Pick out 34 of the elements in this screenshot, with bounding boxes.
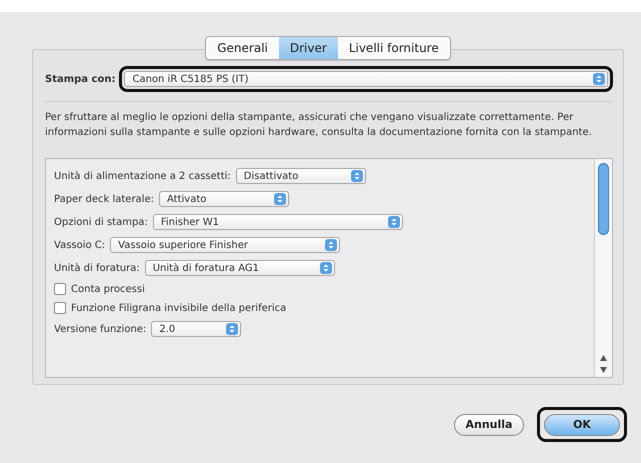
- option-label: Paper deck laterale:: [54, 194, 154, 204]
- stepper-arrows-icon: [350, 170, 363, 182]
- option-select[interactable]: Disattivato: [236, 168, 366, 184]
- option-select[interactable]: Finisher W1: [152, 214, 403, 230]
- tab[interactable]: Generali: [206, 37, 279, 59]
- scrollbar[interactable]: [594, 159, 612, 377]
- option-select[interactable]: 2.0: [151, 321, 242, 337]
- dialog-button[interactable]: Annulla: [454, 414, 524, 436]
- stepper-arrows-icon: [593, 73, 605, 85]
- stepper-arrows-icon: [226, 323, 238, 335]
- scroll-arrows-icon[interactable]: [599, 353, 608, 375]
- option-label: Opzioni di stampa:: [54, 216, 148, 228]
- tab[interactable]: Driver: [278, 37, 338, 59]
- printer-select[interactable]: Canon iR C5185 PS (IT): [124, 71, 608, 87]
- checkbox-label: Funzione Filigrana invisibile della periferica: [71, 302, 286, 314]
- scroll-thumb-icon[interactable]: [598, 163, 609, 235]
- option-label: Unità di alimentazione a 2 cassetti:: [54, 170, 231, 182]
- checkbox[interactable]: [54, 283, 66, 295]
- option-label: Vassoio C:: [54, 240, 106, 250]
- checkbox[interactable]: [54, 302, 66, 314]
- stepper-arrows-icon: [325, 239, 338, 251]
- stepper-arrows-icon: [274, 193, 286, 205]
- stepper-arrows-icon: [388, 216, 400, 228]
- option-label: Versione funzione:: [54, 324, 146, 334]
- option-label: Unità di foratura:: [54, 262, 140, 274]
- stepper-arrows-icon: [320, 262, 332, 274]
- printer-label: Stampa con:: [45, 74, 116, 84]
- dialog-button[interactable]: OK: [544, 414, 620, 436]
- option-select[interactable]: Attivato: [159, 191, 289, 207]
- description-text: Per sfruttare al meglio le opzioni della stampante, assicurati che vengano visualizzate correttamente. Per informazioni sulla stampante e sulle opzioni hardware, consulta la documentazione fornita con la stampante.: [45, 111, 593, 140]
- tab[interactable]: Livelli forniture: [338, 37, 450, 59]
- option-select[interactable]: Unità di foratura AG1: [144, 260, 335, 276]
- option-select[interactable]: Vassoio superiore Finisher: [110, 237, 340, 253]
- checkbox-label: Conta processi: [71, 284, 145, 294]
